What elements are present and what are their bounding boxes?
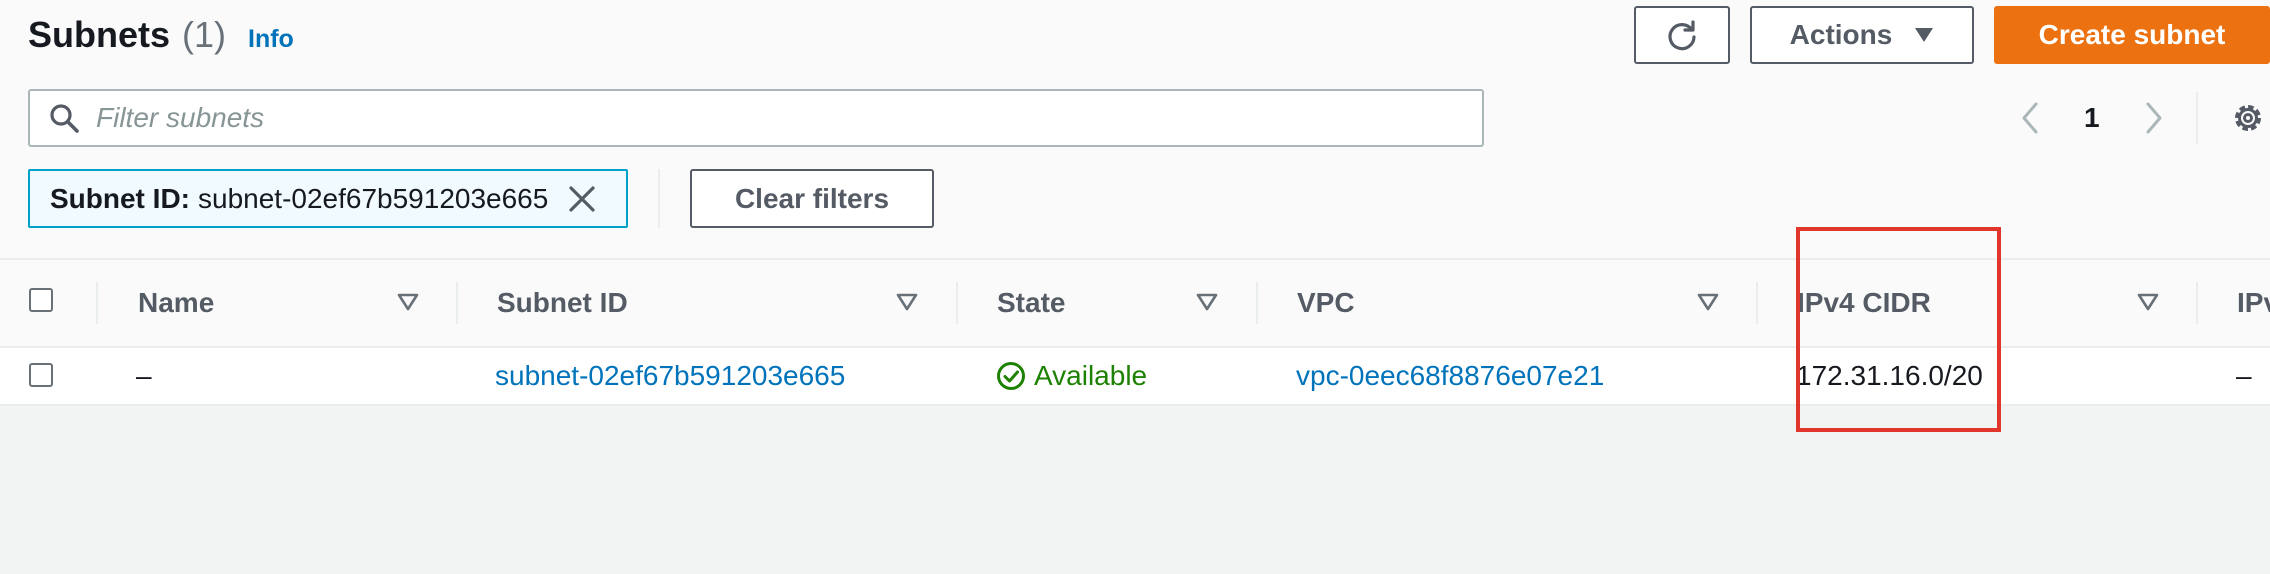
column-divider: [1756, 282, 1758, 324]
column-header-state[interactable]: State: [997, 260, 1065, 346]
cell-name: –: [136, 360, 152, 391]
sort-caret-down-icon[interactable]: [1196, 293, 1218, 311]
settings-gear-icon[interactable]: [2230, 100, 2266, 136]
column-header-vpc[interactable]: VPC: [1297, 260, 1355, 346]
clear-filters-label: Clear filters: [734, 182, 890, 214]
search-icon: [48, 102, 80, 134]
column-divider: [956, 282, 958, 324]
sort-caret-down-icon[interactable]: [1697, 293, 1719, 311]
column-header-subnet-id[interactable]: Subnet ID: [497, 260, 628, 346]
cell-state: Available: [996, 348, 1147, 404]
refresh-button[interactable]: [1634, 6, 1730, 64]
column-divider: [96, 282, 98, 324]
next-page-icon[interactable]: [2144, 101, 2164, 135]
column-divider: [456, 282, 458, 324]
cell-subnet-id-link[interactable]: subnet-02ef67b591203e665: [495, 348, 845, 404]
highlight-box: [1796, 227, 2001, 432]
column-header-name[interactable]: Name: [138, 260, 214, 346]
filter-search-box[interactable]: [28, 89, 1484, 147]
subnet-count: (1): [182, 14, 227, 55]
pagination: 1: [2020, 92, 2164, 144]
current-page-number[interactable]: 1: [2084, 102, 2100, 134]
info-link[interactable]: Info: [248, 25, 294, 54]
filter-input[interactable]: [94, 101, 1398, 135]
column-divider: [2196, 282, 2198, 324]
refresh-icon: [1668, 20, 1696, 51]
remove-filter-close-icon[interactable]: [568, 185, 596, 213]
select-all-checkbox[interactable]: [29, 288, 53, 312]
cell-ipv6: –: [2236, 360, 2252, 391]
filter-divider: [658, 169, 660, 228]
sort-caret-down-icon[interactable]: [2137, 293, 2159, 311]
check-circle-icon: [996, 361, 1026, 391]
create-subnet-label: Create subnet: [2038, 19, 2226, 50]
previous-page-icon[interactable]: [2020, 101, 2040, 135]
row-select-checkbox[interactable]: [29, 363, 53, 387]
sort-caret-down-icon[interactable]: [397, 293, 419, 311]
filter-token-key: Subnet ID:: [50, 182, 190, 214]
clear-filters-button[interactable]: Clear filters: [690, 169, 934, 228]
page-title: Subnets (1) Info: [28, 14, 294, 56]
filter-token-value: subnet-02ef67b591203e665: [198, 182, 549, 214]
caret-down-icon: [1914, 27, 1934, 43]
state-text: Available: [1034, 360, 1148, 391]
column-divider: [1256, 282, 1258, 324]
title-text: Subnets: [28, 14, 171, 55]
cell-vpc-link[interactable]: vpc-0eec68f8876e07e21: [1296, 348, 1604, 404]
create-subnet-button[interactable]: Create subnet: [1994, 6, 2270, 64]
actions-dropdown-button[interactable]: Actions: [1750, 6, 1974, 64]
column-header-ipv6[interactable]: IPv: [2237, 260, 2270, 346]
pagination-divider: [2196, 92, 2198, 144]
filter-token: Subnet ID: subnet-02ef67b591203e665: [28, 169, 628, 228]
actions-label: Actions: [1789, 19, 1893, 50]
sort-caret-down-icon[interactable]: [896, 293, 918, 311]
